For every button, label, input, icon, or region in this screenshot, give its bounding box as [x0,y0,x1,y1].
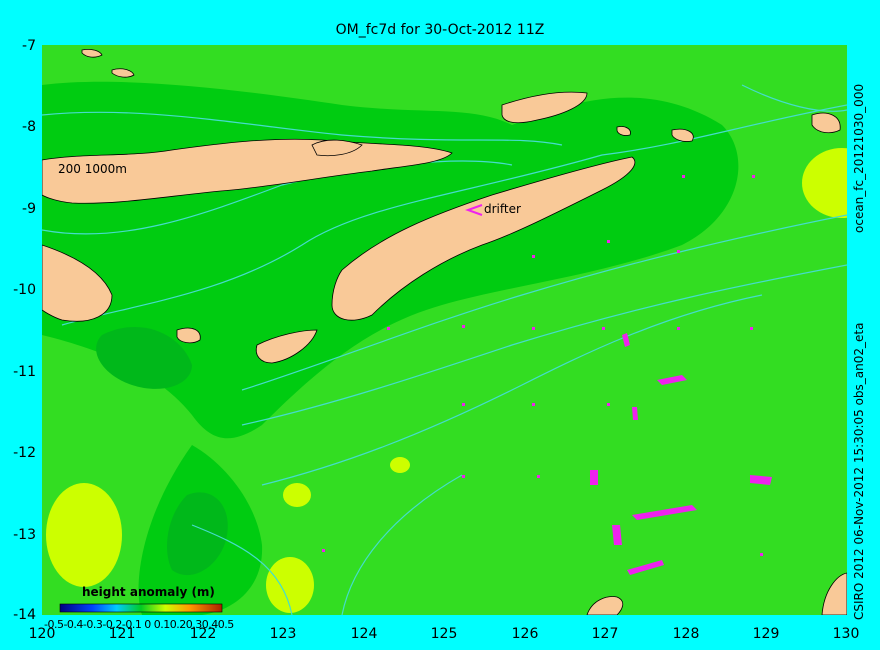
y-tick: -13 [13,527,36,543]
sea-anomaly-yellow-1 [46,483,122,587]
sea-anomaly-yellow-2 [266,557,314,613]
x-tick: 127 [591,626,619,642]
x-tick: 126 [511,626,539,642]
y-tick: -14 [13,607,36,623]
x-tick: 124 [350,626,378,642]
sea-anomaly-yellow-3 [283,483,311,507]
sea-anomaly-yellow-4 [390,457,410,473]
legend-colorbar [59,603,223,613]
x-tick: 130 [832,626,860,642]
x-tick: 129 [752,626,780,642]
land-savu [176,327,201,344]
legend-title: height anomaly (m) [82,585,215,599]
side-annotation-bottom: CSIRO 2012 06-Nov-2012 15:30:05 obs_an02… [852,322,866,620]
contour-label: 200 1000m [58,162,127,176]
x-tick: 123 [269,626,297,642]
y-tick: -7 [22,38,36,54]
y-tick: -9 [22,201,36,217]
y-tick: -10 [13,282,36,298]
x-tick: 128 [672,626,700,642]
drifter-label: drifter [484,202,521,216]
x-tick: 125 [430,626,458,642]
legend-ticks: -0.5-0.4-0.3-0.2-0.1 0 0.10.20.30.40.5 [44,618,234,631]
map-title: OM_fc7d for 30-Oct-2012 11Z [335,22,545,38]
y-tick: -11 [13,364,36,380]
y-tick: -8 [22,119,36,135]
y-tick: -12 [13,445,36,461]
height-anomaly-map [42,45,847,615]
side-annotation-top: ocean_fc_20121030_000 [852,83,866,233]
